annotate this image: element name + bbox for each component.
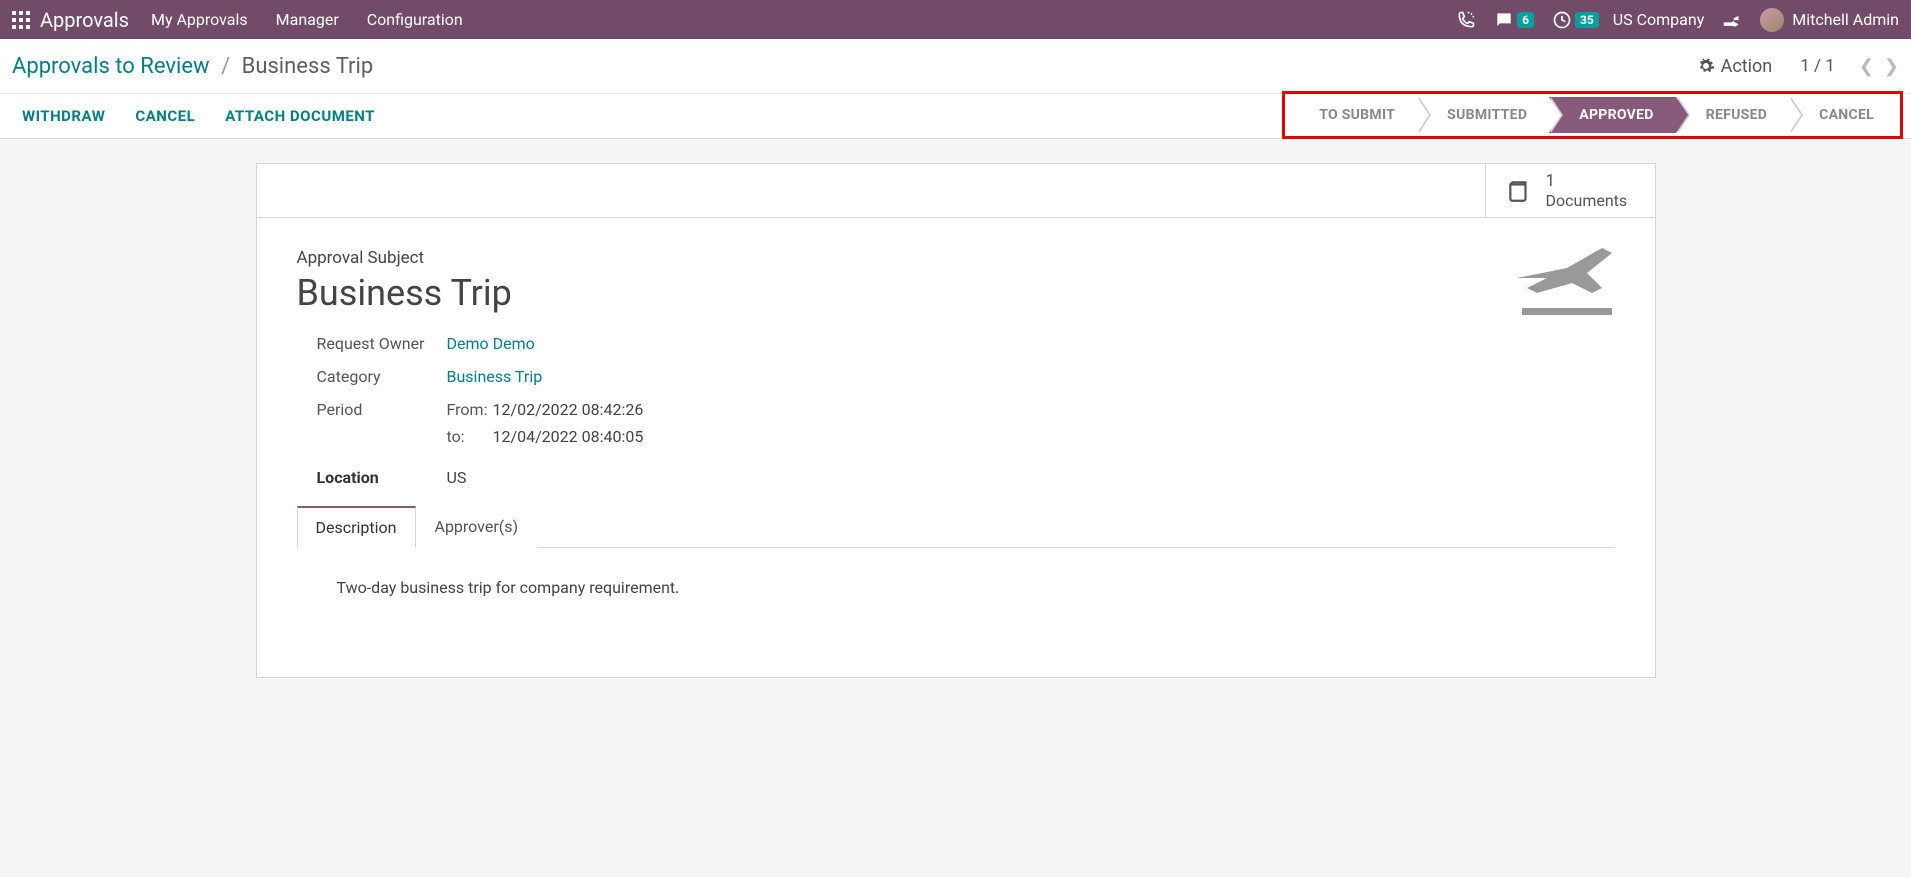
period-label: Period bbox=[317, 400, 447, 419]
breadcrumb-link[interactable]: Approvals to Review bbox=[12, 54, 210, 79]
pager-prev-icon[interactable]: ❮ bbox=[1859, 56, 1874, 77]
documents-label: Documents bbox=[1546, 191, 1628, 210]
phone-icon[interactable] bbox=[1456, 10, 1476, 30]
location-value: US bbox=[447, 468, 467, 487]
subheader: Approvals to Review / Business Trip Acti… bbox=[0, 39, 1911, 94]
description-content: Two-day business trip for company requir… bbox=[297, 548, 1615, 647]
breadcrumb-sep: / bbox=[221, 54, 230, 79]
apps-icon[interactable] bbox=[12, 11, 30, 29]
action-row: WITHDRAW CANCEL ATTACH DOCUMENT TO SUBMI… bbox=[0, 94, 1911, 139]
tab-description[interactable]: Description bbox=[297, 506, 416, 548]
category-link[interactable]: Business Trip bbox=[447, 367, 543, 386]
app-brand[interactable]: Approvals bbox=[40, 8, 129, 32]
nav-configuration[interactable]: Configuration bbox=[367, 10, 463, 29]
form-card: 1 Documents Approval Subject Business Tr… bbox=[256, 163, 1656, 678]
status-bar-highlight: TO SUBMIT SUBMITTED APPROVED REFUSED CAN… bbox=[1282, 91, 1903, 139]
cancel-button[interactable]: CANCEL bbox=[135, 107, 195, 125]
withdraw-button[interactable]: WITHDRAW bbox=[22, 107, 105, 125]
airplane-icon bbox=[1507, 238, 1617, 322]
card-body: Approval Subject Business Trip Request O… bbox=[257, 218, 1655, 677]
top-navbar: Approvals My Approvals Manager Configura… bbox=[0, 0, 1911, 39]
status-cancel[interactable]: CANCEL bbox=[1789, 97, 1896, 133]
status-to-submit[interactable]: TO SUBMIT bbox=[1289, 97, 1417, 133]
owner-link[interactable]: Demo Demo bbox=[447, 334, 535, 353]
card-top-strip: 1 Documents bbox=[257, 164, 1655, 218]
pager[interactable]: 1 / 1 bbox=[1800, 56, 1835, 76]
category-label: Category bbox=[317, 367, 447, 386]
nav-my-approvals[interactable]: My Approvals bbox=[151, 10, 248, 29]
status-refused[interactable]: REFUSED bbox=[1676, 97, 1789, 133]
company-selector[interactable]: US Company bbox=[1613, 10, 1705, 29]
status-submitted[interactable]: SUBMITTED bbox=[1417, 97, 1549, 133]
documents-stat-button[interactable]: 1 Documents bbox=[1485, 164, 1655, 217]
chat-icon[interactable]: 6 bbox=[1494, 10, 1534, 30]
avatar bbox=[1760, 8, 1784, 32]
tab-approvers[interactable]: Approver(s) bbox=[416, 506, 538, 548]
period-to-label: to: bbox=[447, 427, 493, 446]
breadcrumb: Approvals to Review / Business Trip bbox=[12, 54, 373, 79]
nav-manager[interactable]: Manager bbox=[276, 10, 339, 29]
documents-count: 1 bbox=[1546, 171, 1628, 191]
tabs: Description Approver(s) bbox=[297, 505, 1615, 548]
owner-label: Request Owner bbox=[317, 334, 447, 353]
location-label: Location bbox=[317, 468, 447, 487]
pager-next-icon[interactable]: ❯ bbox=[1884, 56, 1899, 77]
clock-icon[interactable]: 35 bbox=[1552, 10, 1599, 30]
period-from-value: 12/02/2022 08:42:26 bbox=[493, 400, 644, 419]
period-from-label: From: bbox=[447, 400, 493, 419]
user-name: Mitchell Admin bbox=[1792, 10, 1899, 29]
chat-badge: 6 bbox=[1517, 12, 1534, 28]
user-menu[interactable]: Mitchell Admin bbox=[1760, 8, 1899, 32]
status-approved[interactable]: APPROVED bbox=[1549, 97, 1675, 133]
clock-badge: 35 bbox=[1575, 12, 1599, 28]
breadcrumb-current: Business Trip bbox=[242, 54, 374, 79]
subject-label: Approval Subject bbox=[297, 248, 1615, 268]
action-menu[interactable]: Action bbox=[1697, 56, 1773, 77]
tools-icon[interactable] bbox=[1722, 10, 1742, 30]
attach-document-button[interactable]: ATTACH DOCUMENT bbox=[225, 107, 375, 125]
period-to-value: 12/04/2022 08:40:05 bbox=[493, 427, 644, 446]
subject-value: Business Trip bbox=[297, 272, 1615, 314]
